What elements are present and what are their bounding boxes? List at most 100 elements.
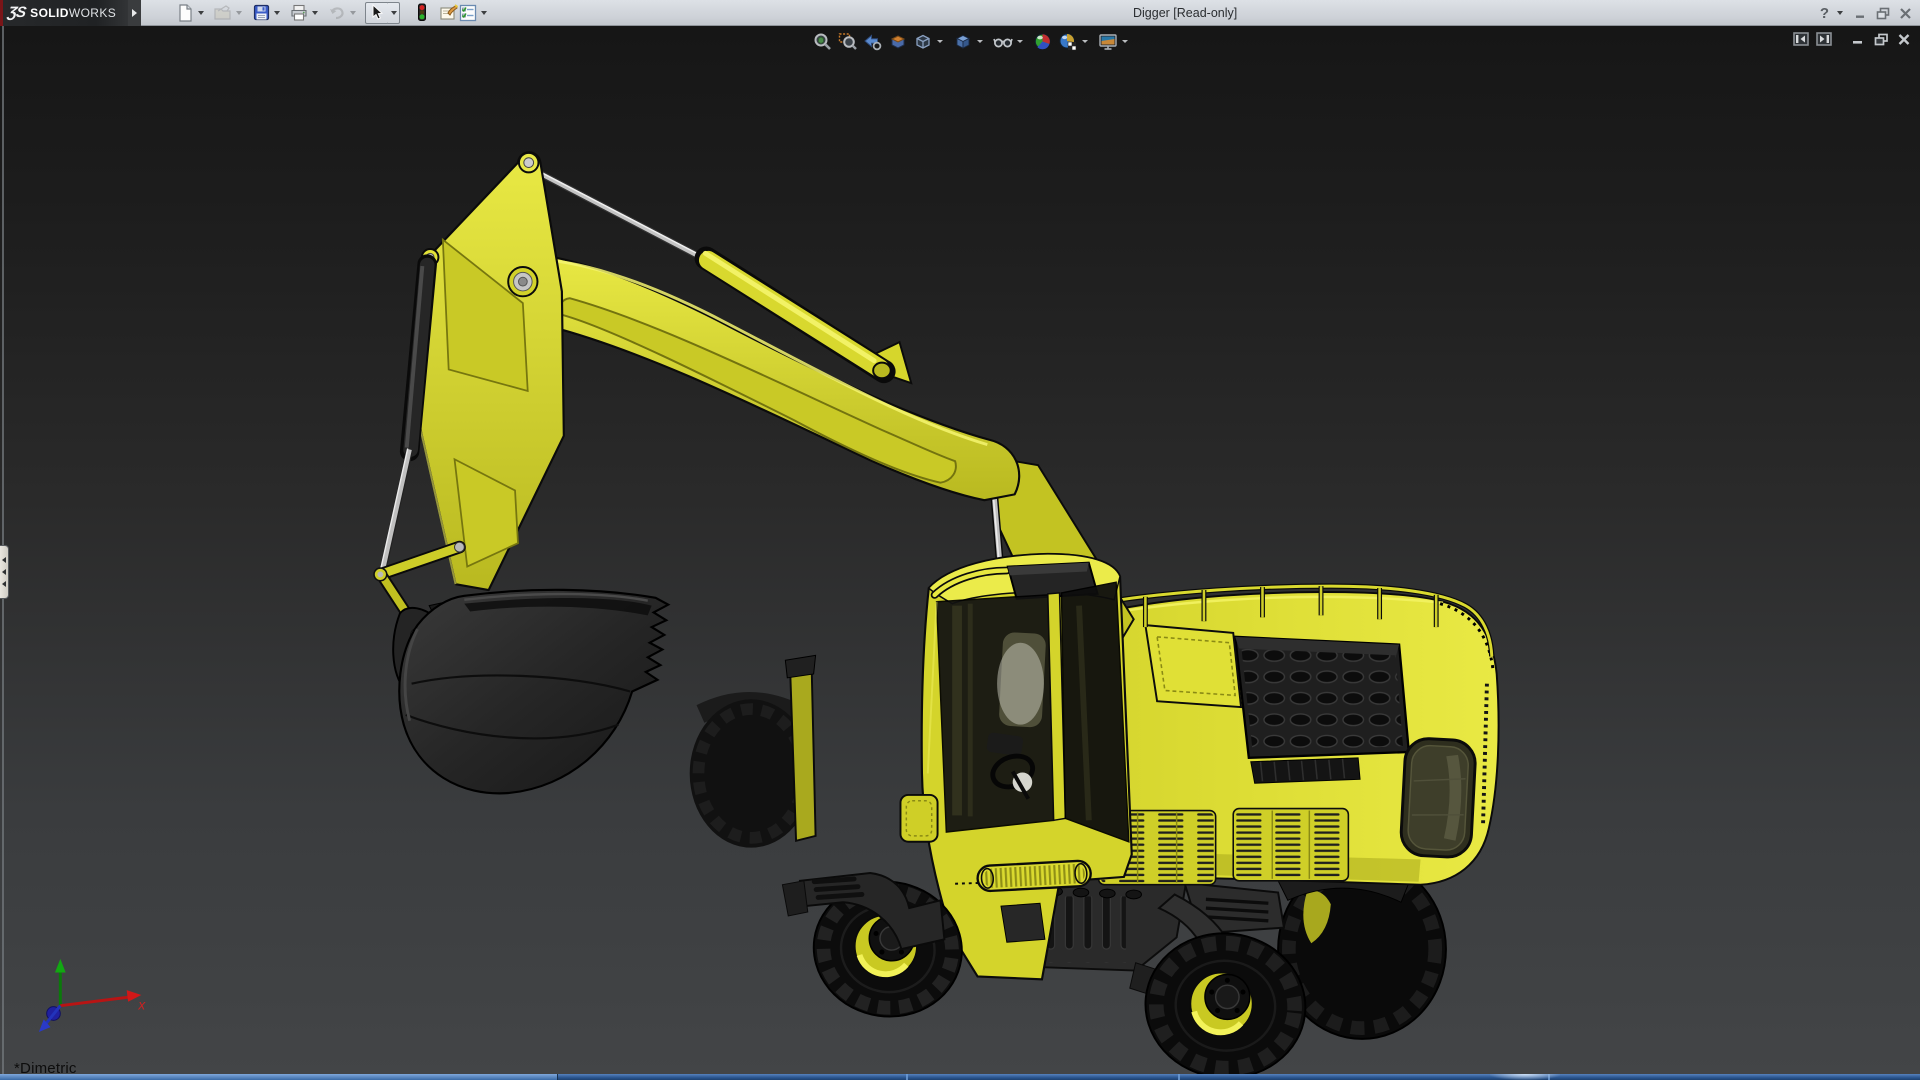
solidworks-window: ƷS SOLIDWORKS	[0, 0, 1920, 1080]
view-orientation-button[interactable]	[910, 30, 935, 52]
edit-appearance-icon	[1033, 32, 1052, 51]
previous-view-icon	[863, 32, 882, 51]
view-orientation-dropdown[interactable]	[935, 30, 944, 52]
options-button[interactable]	[458, 3, 478, 23]
apply-scene-dropdown[interactable]	[1080, 30, 1089, 52]
orientation-triad: x	[39, 959, 147, 1032]
select-dropdown[interactable]	[388, 2, 400, 24]
3d-model-digger[interactable]: x	[0, 26, 1920, 1074]
taskbar-separator	[1178, 1074, 1180, 1080]
main-toolbar	[175, 0, 496, 26]
view-settings-icon	[1098, 32, 1118, 51]
model-arm[interactable]	[418, 152, 563, 590]
left-pane-icon	[1793, 32, 1809, 46]
display-style-icon	[953, 32, 972, 51]
model-bucket[interactable]	[399, 590, 668, 794]
taskbar-separator	[906, 1074, 908, 1080]
print-dropdown[interactable]	[309, 3, 321, 23]
display-style-button[interactable]	[950, 30, 975, 52]
right-pane-icon	[1816, 32, 1832, 46]
minimize-button[interactable]	[1852, 4, 1870, 22]
headsup-view-toolbar	[810, 30, 1129, 52]
edit-appearance-button[interactable]	[1030, 30, 1055, 52]
flyout-arrow-icon	[132, 9, 137, 17]
collapse-arrow-icon	[2, 569, 6, 575]
save-button[interactable]	[251, 3, 271, 23]
stoplight-button[interactable]	[412, 3, 432, 23]
window-controls: ?	[1819, 0, 1914, 26]
select-cursor-icon	[370, 4, 385, 21]
help-dropdown[interactable]	[1834, 3, 1846, 23]
model-step-grille[interactable]	[977, 860, 1091, 891]
doc-close-icon	[1897, 33, 1911, 46]
stoplight-icon	[415, 3, 429, 22]
options-icon	[459, 4, 477, 22]
taskbar-active-button[interactable]	[0, 1074, 558, 1080]
new-dropdown[interactable]	[195, 3, 207, 23]
zoom-to-fit-icon	[813, 32, 832, 51]
apply-scene-button[interactable]	[1055, 30, 1080, 52]
comment-icon	[439, 4, 458, 21]
model-rear-window[interactable]	[1400, 738, 1476, 859]
hide-show-items-dropdown[interactable]	[1015, 30, 1024, 52]
solidworks-logo: ƷS SOLIDWORKS	[0, 0, 128, 26]
featuremanager-splitter-tab[interactable]	[0, 545, 9, 599]
previous-view-button[interactable]	[860, 30, 885, 52]
zoom-to-area-button[interactable]	[835, 30, 860, 52]
show-left-pane-button[interactable]	[1793, 32, 1809, 46]
new-document-button[interactable]	[175, 3, 195, 23]
doc-close-button[interactable]	[1896, 32, 1912, 46]
solidworks-logo-mark: ƷS	[7, 4, 27, 21]
titlebar: ƷS SOLIDWORKS	[0, 0, 1920, 26]
minimize-icon	[1855, 7, 1867, 19]
doc-restore-icon	[1874, 33, 1889, 46]
toolbar-flyout-button[interactable]	[128, 0, 141, 26]
display-style-dropdown[interactable]	[975, 30, 984, 52]
taskbar-glow	[1490, 1074, 1560, 1080]
hide-show-items-icon	[993, 32, 1013, 51]
hide-show-items-button[interactable]	[990, 30, 1015, 52]
restore-icon	[1876, 7, 1890, 20]
brand-light: WORKS	[69, 6, 116, 20]
open-dropdown[interactable]	[233, 3, 245, 23]
model-arm-cylinder[interactable]	[380, 264, 427, 572]
zoom-to-fit-button[interactable]	[810, 30, 835, 52]
open-button[interactable]	[213, 3, 233, 23]
select-button[interactable]	[365, 2, 389, 24]
triad-x-label: x	[137, 998, 146, 1013]
save-dropdown[interactable]	[271, 3, 283, 23]
show-right-pane-button[interactable]	[1816, 32, 1832, 46]
graphics-area[interactable]: x	[0, 26, 1920, 1074]
restore-button[interactable]	[1874, 4, 1892, 22]
view-settings-button[interactable]	[1095, 30, 1120, 52]
collapse-arrow-icon	[2, 581, 6, 587]
doc-minimize-button[interactable]	[1850, 32, 1866, 46]
print-icon	[290, 4, 308, 21]
document-window-controls	[1793, 32, 1912, 46]
doc-restore-button[interactable]	[1873, 32, 1889, 46]
apply-scene-icon	[1058, 32, 1077, 51]
section-view-icon	[888, 32, 907, 51]
undo-button[interactable]	[327, 3, 347, 23]
windows-taskbar[interactable]	[0, 1074, 1920, 1080]
undo-icon	[328, 5, 346, 21]
options-dropdown[interactable]	[478, 3, 490, 23]
brand-bold: SOLID	[30, 6, 69, 20]
print-button[interactable]	[289, 3, 309, 23]
view-settings-dropdown[interactable]	[1120, 30, 1129, 52]
section-view-button[interactable]	[885, 30, 910, 52]
zoom-to-area-icon	[838, 32, 857, 51]
help-button[interactable]: ?	[1819, 5, 1830, 22]
new-document-icon	[177, 4, 194, 22]
close-button[interactable]	[1896, 4, 1914, 22]
open-icon	[214, 5, 232, 21]
view-orientation-icon	[913, 32, 932, 51]
window-title: Digger [Read-only]	[1133, 6, 1237, 20]
collapse-arrow-icon	[2, 557, 6, 563]
save-icon	[253, 4, 270, 21]
doc-minimize-icon	[1852, 33, 1865, 45]
comment-button[interactable]	[438, 3, 458, 23]
solidworks-logo-text: SOLIDWORKS	[30, 6, 116, 20]
close-icon	[1899, 7, 1912, 20]
undo-dropdown[interactable]	[347, 3, 359, 23]
